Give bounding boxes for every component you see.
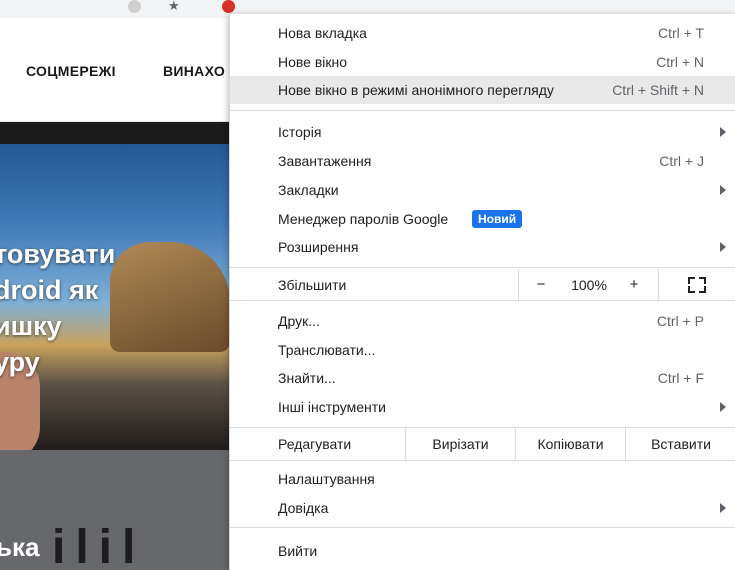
article-card[interactable]: ilil ька <box>0 450 230 570</box>
extension-icon[interactable] <box>128 0 141 13</box>
menu-item-shortcut: Ctrl + T <box>657 25 704 41</box>
menu-item-exit[interactable]: Вийти <box>230 537 735 565</box>
menu-item-downloads[interactable]: Завантаження Ctrl + J <box>230 147 735 175</box>
menu-item-incognito[interactable]: Нове вікно в режимі анонімного перегляду… <box>230 76 735 104</box>
menu-item-bookmarks[interactable]: Закладки <box>230 176 735 204</box>
zoom-level: 100% <box>571 277 607 293</box>
menu-row-edit: Редагувати Вирізати Копіювати Вставити <box>230 428 735 460</box>
menu-item-label: Історія <box>278 124 322 140</box>
zoom-controls: − 100% + <box>518 269 658 301</box>
submenu-arrow-icon <box>720 185 726 195</box>
paste-button[interactable]: Вставити <box>625 428 735 460</box>
menu-item-new-window[interactable]: Нове вікно Ctrl + N <box>230 48 735 76</box>
extension-icon-red[interactable] <box>222 0 235 13</box>
menu-item-help[interactable]: Довідка <box>230 494 735 522</box>
menu-item-label: Друк... <box>278 313 320 329</box>
menu-item-label: Нова вкладка <box>278 25 367 41</box>
nav-link-social[interactable]: СОЦМЕРЕЖІ <box>26 63 116 79</box>
menu-item-shortcut: Ctrl + Shift + N <box>612 82 704 98</box>
menu-item-shortcut: Ctrl + F <box>657 370 704 386</box>
menu-separator <box>230 300 735 301</box>
cut-button[interactable]: Вирізати <box>405 428 515 460</box>
card-image-text: ilil <box>52 521 146 570</box>
menu-item-label: Вийти <box>278 543 318 559</box>
article-hero-image[interactable]: товувати droid як ишку уру <box>0 122 230 450</box>
menu-item-shortcut: Ctrl + P <box>656 313 704 329</box>
menu-item-label: Знайти... <box>278 370 336 386</box>
menu-separator <box>230 527 735 528</box>
menu-item-find[interactable]: Знайти... Ctrl + F <box>230 364 735 392</box>
menu-item-shortcut: Ctrl + N <box>656 54 704 70</box>
menu-separator <box>230 110 735 111</box>
zoom-in-button[interactable]: + <box>614 269 654 301</box>
menu-item-new-tab[interactable]: Нова вкладка Ctrl + T <box>230 19 735 47</box>
chrome-main-menu: Нова вкладка Ctrl + T Нове вікно Ctrl + … <box>229 14 735 570</box>
zoom-out-button[interactable]: − <box>521 269 561 301</box>
copy-button[interactable]: Копіювати <box>515 428 625 460</box>
new-badge: Новий <box>472 210 523 228</box>
nav-link-win[interactable]: ВИНАХО <box>163 63 225 79</box>
submenu-arrow-icon <box>720 127 726 137</box>
menu-item-label: Закладки <box>278 182 339 198</box>
menu-item-cast[interactable]: Транслювати... <box>230 336 735 364</box>
menu-item-label: Нове вікно <box>278 54 348 70</box>
menu-item-label: Інші інструменти <box>278 399 386 415</box>
card-title[interactable]: ька <box>0 532 39 563</box>
menu-item-password-manager[interactable]: Менеджер паролів Google Новий <box>230 205 735 233</box>
laptop-frame <box>0 122 230 144</box>
fullscreen-button[interactable] <box>658 269 735 301</box>
menu-separator <box>230 267 735 268</box>
menu-item-extensions[interactable]: Розширення <box>230 233 735 261</box>
menu-item-label: Менеджер паролів Google <box>278 211 449 227</box>
menu-item-label: Налаштування <box>278 471 375 487</box>
menu-item-history[interactable]: Історія <box>230 118 735 146</box>
menu-item-label: Розширення <box>278 239 359 255</box>
menu-item-more-tools[interactable]: Інші інструменти <box>230 393 735 421</box>
menu-item-label: Довідка <box>278 500 329 516</box>
menu-item-print[interactable]: Друк... Ctrl + P <box>230 307 735 335</box>
star-icon[interactable]: ★ <box>168 0 181 13</box>
submenu-arrow-icon <box>720 402 726 412</box>
submenu-arrow-icon <box>720 503 726 513</box>
submenu-arrow-icon <box>720 242 726 252</box>
menu-row-zoom: Збільшити − 100% + <box>230 269 735 301</box>
menu-separator <box>230 460 735 461</box>
menu-item-label: Завантаження <box>278 153 372 169</box>
menu-item-shortcut: Ctrl + J <box>659 153 704 169</box>
zoom-label: Збільшити <box>278 277 347 293</box>
menu-item-label: Транслювати... <box>278 342 376 358</box>
menu-item-label: Нове вікно в режимі анонімного перегляду <box>278 82 554 98</box>
article-title[interactable]: товувати droid як ишку уру <box>0 236 230 380</box>
menu-item-settings[interactable]: Налаштування <box>230 465 735 493</box>
edit-label: Редагувати <box>278 436 352 452</box>
fullscreen-icon <box>688 277 706 293</box>
